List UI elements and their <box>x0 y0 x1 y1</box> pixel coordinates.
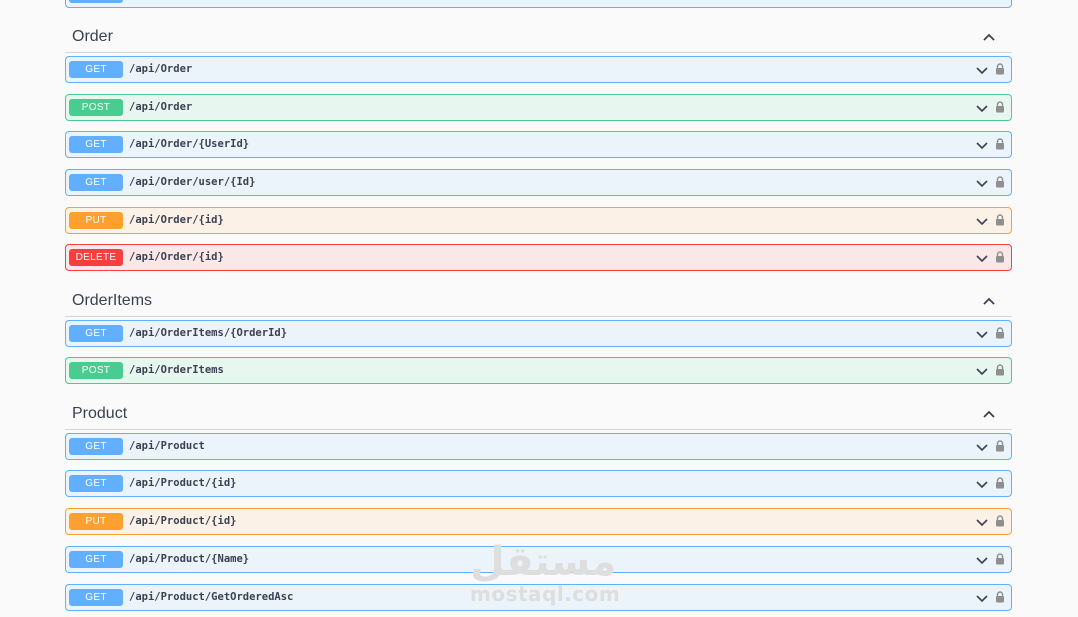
operation-path: /api/OrderItems/{OrderId} <box>129 327 288 339</box>
operation-delete-order-id[interactable]: DELETE /api/Order/{id} <box>65 244 1012 271</box>
method-badge: GET <box>69 325 123 342</box>
lock-icon[interactable] <box>995 101 1005 113</box>
chevron-down-icon[interactable] <box>976 365 988 377</box>
lock-icon[interactable] <box>995 63 1005 75</box>
lock-icon[interactable] <box>995 176 1005 188</box>
chevron-down-icon[interactable] <box>976 592 988 604</box>
lock-icon[interactable] <box>995 327 1005 339</box>
chevron-down-icon[interactable] <box>976 328 988 340</box>
method-badge: GET <box>69 438 123 455</box>
lock-icon[interactable] <box>995 553 1005 565</box>
operation-path: /api/Product/GetOrderedAsc <box>129 591 294 603</box>
lock-icon[interactable] <box>995 364 1005 376</box>
operation-put-order-id[interactable]: PUT /api/Order/{id} <box>65 207 1012 234</box>
watermark: مستقل mostaql.com <box>470 539 621 610</box>
operation-get-order-userid[interactable]: GET /api/Order/{UserId} <box>65 131 1012 158</box>
method-badge: POST <box>69 362 123 379</box>
method-badge: GET <box>69 136 123 153</box>
chevron-down-icon[interactable] <box>976 215 988 227</box>
operation-path: /api/Product <box>129 440 205 452</box>
method-badge <box>69 0 123 3</box>
operation-post-orderitems[interactable]: POST /api/OrderItems <box>65 357 1012 384</box>
operation-get-order[interactable]: GET /api/Order <box>65 56 1012 83</box>
method-badge: PUT <box>69 212 123 229</box>
lock-icon[interactable] <box>995 214 1005 226</box>
chevron-down-icon[interactable] <box>976 139 988 151</box>
method-badge: POST <box>69 99 123 116</box>
operation-path: /api/Order <box>129 63 193 75</box>
operation-path: /api/Product/{id} <box>129 477 237 489</box>
lock-icon[interactable] <box>995 515 1005 527</box>
method-badge: GET <box>69 61 123 78</box>
operation-path: /api/Product/{id} <box>129 515 237 527</box>
method-badge: GET <box>69 475 123 492</box>
section-orderitems-header[interactable]: OrderItems <box>65 286 1012 317</box>
chevron-down-icon[interactable] <box>976 478 988 490</box>
watermark-arabic: مستقل <box>470 539 617 585</box>
method-badge: GET <box>69 174 123 191</box>
method-badge: GET <box>69 551 123 568</box>
previous-operation-stub[interactable] <box>65 0 1012 8</box>
method-badge: DELETE <box>69 249 123 266</box>
chevron-up-icon[interactable] <box>982 30 996 44</box>
section-title: Order <box>72 28 113 45</box>
chevron-up-icon[interactable] <box>982 407 996 421</box>
chevron-down-icon[interactable] <box>976 102 988 114</box>
method-badge: PUT <box>69 513 123 530</box>
operation-path: /api/OrderItems <box>129 364 224 376</box>
operation-post-order[interactable]: POST /api/Order <box>65 94 1012 121</box>
operation-get-product[interactable]: GET /api/Product <box>65 433 1012 460</box>
operation-get-order-user-id[interactable]: GET /api/Order/user/{Id} <box>65 169 1012 196</box>
chevron-down-icon[interactable] <box>976 441 988 453</box>
operation-path: /api/Order/{id} <box>129 214 224 226</box>
operation-path: /api/Product/{Name} <box>129 553 250 565</box>
chevron-down-icon[interactable] <box>976 516 988 528</box>
operation-get-orderitems-orderid[interactable]: GET /api/OrderItems/{OrderId} <box>65 320 1012 347</box>
chevron-down-icon[interactable] <box>976 554 988 566</box>
chevron-down-icon[interactable] <box>976 177 988 189</box>
section-product-header[interactable]: Product <box>65 399 1012 430</box>
operation-path: /api/Order/{id} <box>129 251 224 263</box>
method-badge: GET <box>69 589 123 606</box>
operation-put-product-id[interactable]: PUT /api/Product/{id} <box>65 508 1012 535</box>
operation-path: /api/Order/{UserId} <box>129 138 250 150</box>
chevron-down-icon[interactable] <box>976 64 988 76</box>
watermark-latin: mostaql.com <box>470 582 621 606</box>
section-title: Product <box>72 405 128 422</box>
section-order-header[interactable]: Order <box>65 22 1012 53</box>
operation-path: /api/Order <box>129 101 193 113</box>
operation-get-product-id[interactable]: GET /api/Product/{id} <box>65 470 1012 497</box>
chevron-up-icon[interactable] <box>982 294 996 308</box>
chevron-down-icon[interactable] <box>976 252 988 264</box>
lock-icon[interactable] <box>995 138 1005 150</box>
lock-icon[interactable] <box>995 440 1005 452</box>
lock-icon[interactable] <box>995 591 1005 603</box>
section-title: OrderItems <box>72 292 153 309</box>
operation-path: /api/Order/user/{Id} <box>129 176 256 188</box>
lock-icon[interactable] <box>995 477 1005 489</box>
lock-icon[interactable] <box>995 251 1005 263</box>
